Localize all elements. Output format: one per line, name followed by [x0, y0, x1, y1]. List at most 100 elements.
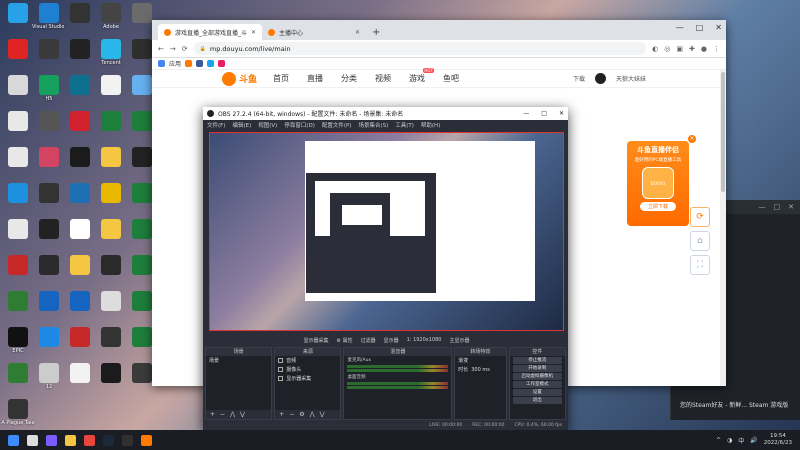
minimize-icon[interactable]: —: [759, 203, 766, 211]
bookmark-icon[interactable]: [196, 60, 204, 67]
source-item[interactable]: 音频: [275, 356, 340, 365]
menu-edit[interactable]: 编辑(E): [232, 121, 251, 129]
tray-overflow-icon[interactable]: ^: [716, 437, 721, 444]
desktop-shortcut[interactable]: [34, 39, 64, 60]
start-virtual-camera-button[interactable]: 启动虚拟摄像机: [512, 373, 562, 380]
avatar[interactable]: [594, 73, 606, 84]
desktop-shortcut[interactable]: [65, 219, 95, 240]
forward-icon[interactable]: →: [170, 45, 176, 53]
filters-button[interactable]: 过滤器: [361, 337, 376, 344]
desktop-shortcut[interactable]: [96, 183, 126, 204]
tray-app-icon[interactable]: ◑: [727, 437, 732, 444]
desktop-shortcut[interactable]: [96, 147, 126, 168]
properties-button[interactable]: ⚙ 属性: [337, 337, 353, 344]
move-up-icon[interactable]: ⋀: [310, 411, 315, 418]
nav-category[interactable]: 分类: [341, 73, 357, 84]
add-icon[interactable]: +: [279, 411, 284, 418]
tab-close-icon[interactable]: ✕: [355, 29, 360, 36]
bookmark-apps[interactable]: 应用: [169, 59, 181, 68]
start-icon[interactable]: [8, 434, 19, 446]
move-down-icon[interactable]: ⋁: [240, 411, 245, 418]
desktop-shortcut[interactable]: Tencent: [96, 39, 126, 66]
start-recording-button[interactable]: 开始录制: [512, 365, 562, 372]
home-side-button[interactable]: ⌂: [690, 231, 710, 251]
extension-icon[interactable]: ◐: [652, 45, 658, 53]
obs-preview-canvas[interactable]: [209, 132, 564, 331]
menu-docks[interactable]: 停靠窗口(D): [284, 121, 315, 129]
desktop-shortcut[interactable]: EPIC: [3, 327, 33, 354]
source-item[interactable]: 显示器采集: [275, 374, 340, 383]
clock[interactable]: 19:54 2022/6/23: [764, 433, 792, 447]
desktop-shortcut[interactable]: [34, 327, 64, 348]
nav-home[interactable]: 首页: [273, 73, 289, 84]
nav-fishbar[interactable]: 鱼吧: [443, 73, 459, 84]
desktop-shortcut[interactable]: [34, 183, 64, 204]
menu-view[interactable]: 视图(V): [258, 121, 277, 129]
desktop-shortcut[interactable]: [65, 363, 95, 384]
settings-button[interactable]: 设置: [512, 389, 562, 396]
visibility-icon[interactable]: [278, 358, 284, 363]
desktop-shortcut[interactable]: [3, 147, 33, 168]
desktop-shortcut[interactable]: [96, 363, 126, 384]
desktop-shortcut[interactable]: [96, 75, 126, 96]
desktop-shortcut[interactable]: [65, 255, 95, 276]
scrollbar-thumb[interactable]: [721, 72, 725, 192]
close-icon[interactable]: ✕: [715, 23, 722, 32]
duration-input[interactable]: 300 ms: [471, 367, 490, 373]
close-icon[interactable]: ✕: [559, 110, 564, 117]
bookmark-icon[interactable]: [207, 60, 215, 67]
tab-douyu-live[interactable]: 游戏直播_全部游戏直播_斗鱼直播 ✕: [158, 24, 262, 40]
desktop-shortcut[interactable]: 12: [34, 363, 64, 390]
ad-download-button[interactable]: 立即下载: [640, 202, 676, 211]
display-select[interactable]: 1: 1920x1080: [407, 337, 442, 343]
tab-close-icon[interactable]: ✕: [251, 29, 256, 36]
menu-file[interactable]: 文件(F): [207, 121, 225, 129]
steam-icon[interactable]: [103, 434, 114, 446]
profile-icon[interactable]: ●: [701, 45, 707, 53]
desktop-shortcut[interactable]: [3, 3, 33, 24]
refresh-side-button[interactable]: ⟳: [690, 207, 710, 227]
desktop-shortcut[interactable]: [65, 111, 95, 132]
new-tab-button[interactable]: +: [366, 27, 386, 40]
desktop-shortcut[interactable]: [34, 291, 64, 312]
fullscreen-side-button[interactable]: ⛶: [690, 255, 710, 275]
visibility-icon[interactable]: [278, 367, 284, 372]
desktop-shortcut[interactable]: [65, 39, 95, 60]
desktop-shortcut[interactable]: [3, 39, 33, 60]
url-bar[interactable]: 🔒 mp.douyu.com/live/main: [193, 42, 647, 55]
desktop-shortcut[interactable]: H5: [34, 75, 64, 102]
desktop-shortcut[interactable]: [3, 75, 33, 96]
chat-icon[interactable]: [46, 434, 57, 446]
move-up-icon[interactable]: ⋀: [230, 411, 235, 418]
desktop-shortcut[interactable]: [34, 111, 64, 132]
desktop-shortcut[interactable]: [65, 75, 95, 96]
exit-button[interactable]: 退出: [512, 397, 562, 404]
stop-streaming-button[interactable]: 停止推流: [512, 357, 562, 364]
volume-slider[interactable]: [347, 369, 449, 372]
input-method-icon[interactable]: 中: [738, 436, 744, 445]
bookmark-icon[interactable]: [218, 60, 226, 67]
desktop-shortcut[interactable]: [3, 291, 33, 312]
move-down-icon[interactable]: ⋁: [320, 411, 325, 418]
tab-streamer-center[interactable]: 主播中心 ✕: [262, 24, 366, 40]
nav-games[interactable]: 游戏 HOT: [409, 68, 435, 84]
desktop-shortcut[interactable]: [96, 219, 126, 240]
volume-slider[interactable]: [347, 386, 449, 389]
add-icon[interactable]: +: [210, 411, 215, 418]
extension-icon[interactable]: ▣: [676, 45, 683, 53]
desktop-shortcut[interactable]: [3, 363, 33, 384]
minimize-icon[interactable]: —: [523, 110, 529, 117]
extension-icon[interactable]: ◎: [664, 45, 670, 53]
desktop-shortcut[interactable]: [96, 111, 126, 132]
desktop-shortcut[interactable]: [65, 291, 95, 312]
desktop-shortcut[interactable]: [65, 147, 95, 168]
bookmark-icon[interactable]: [185, 60, 193, 67]
desktop-shortcut[interactable]: [65, 183, 95, 204]
remove-icon[interactable]: −: [220, 411, 225, 418]
desktop-shortcut[interactable]: [96, 327, 126, 348]
transition-select[interactable]: 渐变: [455, 356, 505, 365]
nav-live[interactable]: 直播: [307, 73, 323, 84]
page-scrollbar[interactable]: [720, 70, 726, 386]
desktop-shortcut[interactable]: [3, 183, 33, 204]
reload-icon[interactable]: ⟳: [182, 45, 188, 53]
